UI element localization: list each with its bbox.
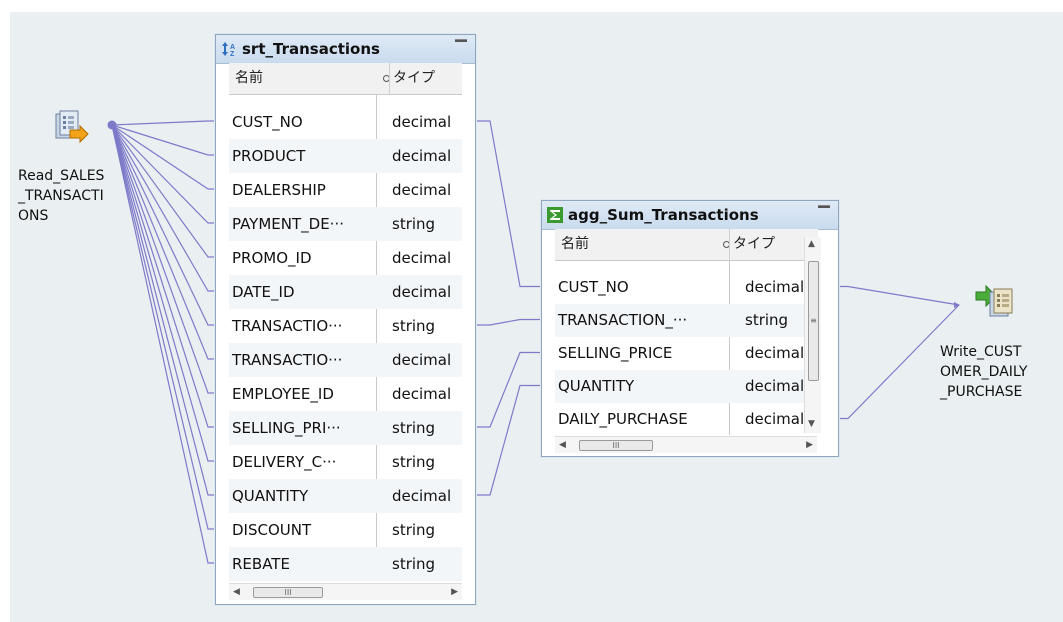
port-name: SELLING_PRICE xyxy=(558,344,673,362)
port-type: string xyxy=(392,317,436,335)
port-row[interactable]: TRANSACTIO··· string xyxy=(229,309,462,343)
port-row[interactable]: DISCOUNT string xyxy=(229,513,462,547)
minimize-button[interactable] xyxy=(455,39,467,42)
port-type: decimal xyxy=(745,410,805,428)
port-row[interactable]: SELLING_PRICE decimal xyxy=(555,337,818,370)
port-name: EMPLOYEE_ID xyxy=(232,385,334,403)
port-type: decimal xyxy=(392,249,452,267)
name-column-header: 名前 xyxy=(235,70,263,86)
port-name: QUANTITY xyxy=(558,377,635,395)
port-type: decimal xyxy=(392,283,452,301)
port-name: PROMO_ID xyxy=(232,249,312,267)
port-row[interactable]: CUST_NO decimal xyxy=(555,271,818,304)
port-type: decimal xyxy=(392,113,452,131)
port-name: QUANTITY xyxy=(232,487,309,505)
sorter-title: srt_Transactions xyxy=(242,40,380,58)
horizontal-scrollbar[interactable]: ◀ III ▶ xyxy=(555,436,817,453)
scrollbar-thumb[interactable]: III xyxy=(253,587,323,598)
port-type: string xyxy=(392,555,436,573)
sorter-title-bar[interactable]: A Z srt_Transactions xyxy=(216,35,475,64)
port-name: CUST_NO xyxy=(232,113,303,131)
port-row[interactable]: PAYMENT_DE··· string xyxy=(229,207,462,241)
scrollbar-thumb[interactable]: ≡ xyxy=(808,261,819,381)
port-row[interactable]: QUANTITY decimal xyxy=(555,370,818,403)
port-row[interactable]: QUANTITY decimal xyxy=(229,479,462,513)
port-name: TRANSACTION_··· xyxy=(558,311,688,329)
port-type: decimal xyxy=(392,181,452,199)
port-name: DEALERSHIP xyxy=(232,181,326,199)
port-type: decimal xyxy=(392,147,452,165)
port-type: decimal xyxy=(745,377,805,395)
read-source-icon xyxy=(55,110,89,144)
port-row[interactable]: DATE_ID decimal xyxy=(229,275,462,309)
port-name: DATE_ID xyxy=(232,283,295,301)
port-name: DAILY_PURCHASE xyxy=(558,410,688,428)
vertical-scrollbar[interactable]: ▲ ≡ ▼ xyxy=(804,237,821,433)
port-name: REBATE xyxy=(232,555,290,573)
port-row[interactable]: EMPLOYEE_ID decimal xyxy=(229,377,462,411)
sorter-column-header: 名前 タイプ xyxy=(229,63,462,95)
port-row[interactable]: DEALERSHIP decimal xyxy=(229,173,462,207)
port-row[interactable]: DAILY_PURCHASE decimal xyxy=(555,403,818,436)
write-target-icon xyxy=(975,284,1013,317)
sorter-transformation[interactable]: A Z srt_Transactions 名前 タイプ CUST_NOdecim… xyxy=(215,34,476,605)
aggregator-title: agg_Sum_Transactions xyxy=(568,206,759,224)
port-name: TRANSACTIO··· xyxy=(232,351,343,369)
port-name: PRODUCT xyxy=(232,147,306,165)
aggregator-title-bar[interactable]: agg_Sum_Transactions xyxy=(542,201,838,230)
port-type: string xyxy=(392,419,436,437)
aggregator-transformation[interactable]: agg_Sum_Transactions 名前 タイプ CUST_NOdecim… xyxy=(541,200,839,457)
horizontal-scrollbar[interactable]: ◀ III ▶ xyxy=(229,583,462,600)
port-row[interactable]: PROMO_ID decimal xyxy=(229,241,462,275)
port-row[interactable]: SELLING_PRI··· string xyxy=(229,411,462,445)
type-column-header: タイプ xyxy=(393,70,435,86)
port-name: CUST_NO xyxy=(558,278,629,296)
port-row[interactable]: DELIVERY_C··· string xyxy=(229,445,462,479)
target-node-label: Write_CUST OMER_DAILY _PURCHASE xyxy=(940,344,1028,400)
port-name: DISCOUNT xyxy=(232,521,312,539)
port-name: PAYMENT_DE··· xyxy=(232,215,344,233)
name-column-header: 名前 xyxy=(561,236,589,252)
sorter-icon: A Z xyxy=(222,42,235,57)
mapping-canvas[interactable] xyxy=(10,12,1063,622)
port-type: string xyxy=(392,453,436,471)
port-row[interactable]: REBATE string xyxy=(229,547,462,581)
port-name: SELLING_PRI··· xyxy=(232,419,341,437)
port-type: decimal xyxy=(392,487,452,505)
port-row[interactable]: TRANSACTION_··· string xyxy=(555,304,818,337)
port-name: DELIVERY_C··· xyxy=(232,453,337,471)
port-type: decimal xyxy=(392,385,452,403)
port-row[interactable]: CUST_NO decimal xyxy=(229,105,462,139)
scrollbar-thumb[interactable]: III xyxy=(579,440,653,451)
source-node-label: Read_SALES _TRANSACTI ONS xyxy=(18,168,105,224)
port-type: string xyxy=(392,215,436,233)
type-column-header: タイプ xyxy=(733,236,775,252)
port-type: decimal xyxy=(745,278,805,296)
svg-text:Z: Z xyxy=(230,51,235,57)
port-row[interactable]: PRODUCT decimal xyxy=(229,139,462,173)
port-type: decimal xyxy=(392,351,452,369)
port-type: string xyxy=(392,521,436,539)
sigma-icon xyxy=(547,207,563,223)
aggregator-column-header: 名前 タイプ xyxy=(555,229,818,261)
minimize-button[interactable] xyxy=(818,205,830,208)
port-type: decimal xyxy=(745,344,805,362)
port-type: string xyxy=(745,311,789,329)
svg-text:A: A xyxy=(230,44,235,51)
port-row[interactable]: TRANSACTIO··· decimal xyxy=(229,343,462,377)
port-name: TRANSACTIO··· xyxy=(232,317,343,335)
